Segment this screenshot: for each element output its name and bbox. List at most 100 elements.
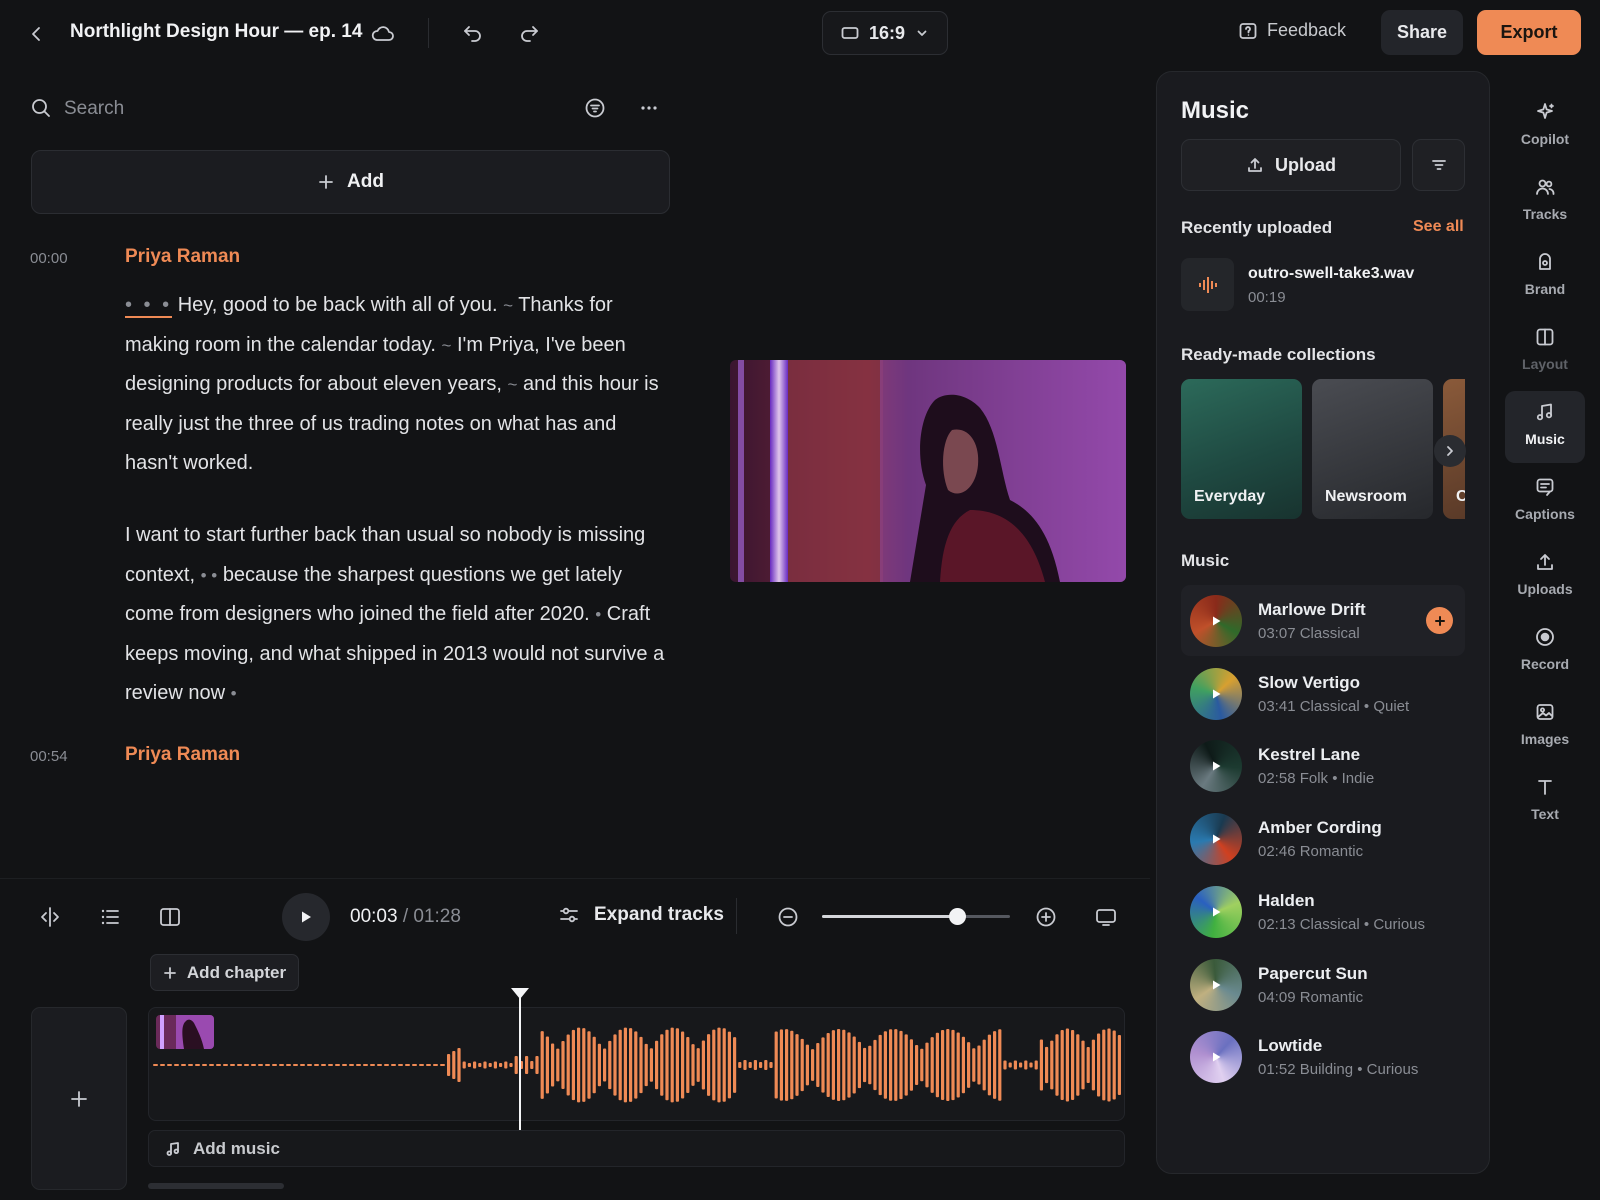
transcript-paragraph[interactable]: • • • Hey, good to be back with all of y… — [125, 286, 670, 484]
undo-button[interactable] — [460, 20, 486, 46]
expand-tracks-button[interactable]: Expand tracks — [558, 904, 724, 926]
track-artwork[interactable] — [1190, 1031, 1242, 1084]
timestamp[interactable]: 00:54 — [30, 748, 68, 765]
captions-icon — [1536, 478, 1554, 496]
split-button[interactable] — [38, 905, 62, 929]
add-music-button[interactable]: Add music — [148, 1130, 1125, 1167]
pause-marker[interactable]: ~ — [503, 296, 513, 315]
track-genre: Classical • Curious — [1299, 915, 1426, 933]
add-clip-button[interactable] — [31, 1007, 127, 1190]
text-icon — [1538, 780, 1552, 795]
video-preview[interactable] — [730, 360, 1126, 582]
collections-next-button[interactable] — [1434, 435, 1466, 467]
zoom-out-button[interactable] — [776, 905, 800, 929]
music-track-item[interactable]: Papercut Sun 04:09 Romantic — [1181, 949, 1465, 1020]
pause-marker[interactable]: • • • — [125, 294, 173, 318]
track-artwork[interactable] — [1190, 885, 1242, 938]
add-chapter-button[interactable]: Add chapter — [150, 954, 299, 991]
music-track-item[interactable]: Marlowe Drift 03:07 Classical — [1181, 585, 1465, 656]
rail-text[interactable]: Text — [1505, 766, 1585, 838]
playhead[interactable] — [519, 990, 521, 1135]
project-title[interactable]: Northlight Design Hour — ep. 14 — [70, 21, 362, 43]
speaker-name[interactable]: Priya Raman — [125, 744, 240, 766]
music-track-item[interactable]: Lowtide 01:52 Building • Curious — [1181, 1021, 1465, 1092]
waveform-bar — [644, 1043, 648, 1087]
feedback-button[interactable]: Feedback — [1238, 20, 1346, 41]
people-icon — [1536, 179, 1555, 195]
music-track-item[interactable]: Halden 02:13 Classical • Curious — [1181, 876, 1465, 947]
track-play-button[interactable] — [1190, 886, 1242, 938]
back-button[interactable] — [22, 20, 50, 48]
rail-brand[interactable]: Brand — [1505, 241, 1585, 313]
music-track-item[interactable]: Kestrel Lane 02:58 Folk • Indie — [1181, 730, 1465, 801]
waveform-bar — [328, 1064, 333, 1066]
rail-layout[interactable]: Layout — [1505, 316, 1585, 388]
track-play-button[interactable] — [1190, 595, 1242, 647]
pause-marker[interactable]: • • — [201, 566, 218, 585]
rail-uploads[interactable]: Uploads — [1505, 541, 1585, 613]
play-icon — [1213, 689, 1221, 699]
waveform-bar — [258, 1064, 263, 1066]
music-track-item[interactable]: Amber Cording 02:46 Romantic — [1181, 803, 1465, 874]
play-button[interactable] — [282, 893, 330, 941]
track-play-button[interactable] — [1190, 740, 1242, 792]
layout-toggle-button[interactable] — [158, 905, 182, 929]
play-icon — [1213, 980, 1221, 989]
track-play-button[interactable] — [1190, 813, 1242, 865]
search-input[interactable] — [64, 94, 544, 124]
chapters-list-button[interactable] — [98, 905, 122, 929]
audio-video-track[interactable] — [148, 1007, 1125, 1121]
rail-images[interactable]: Images — [1505, 691, 1585, 763]
zoom-in-button[interactable] — [1034, 905, 1058, 929]
track-play-button[interactable] — [1190, 959, 1242, 1011]
track-artwork[interactable] — [1190, 595, 1242, 647]
pause-marker[interactable]: ~ — [507, 375, 517, 394]
pause-marker[interactable]: ~ — [441, 336, 451, 355]
transcript-paragraph[interactable]: I want to start further back than usual … — [125, 516, 670, 714]
track-duration: 02:13 — [1258, 915, 1296, 933]
rail-copilot[interactable]: Copilot — [1505, 91, 1585, 163]
collection-card[interactable]: Newsroom — [1312, 379, 1433, 519]
track-artwork[interactable] — [1190, 667, 1242, 720]
speaker-name[interactable]: Priya Raman — [125, 246, 240, 268]
pause-marker[interactable]: • — [595, 605, 601, 624]
track-artwork[interactable] — [1190, 958, 1242, 1011]
waveform-bar — [592, 1036, 596, 1094]
upload-button[interactable]: Upload — [1181, 139, 1401, 191]
track-name: Papercut Sun — [1258, 963, 1368, 983]
waveform-bar — [509, 1063, 513, 1067]
track-play-button[interactable] — [1190, 1031, 1242, 1083]
rail-record[interactable]: Record — [1505, 616, 1585, 688]
waveform-bar — [1029, 1062, 1033, 1068]
collection-card[interactable]: Everyday — [1181, 379, 1302, 519]
more-options-button[interactable] — [638, 97, 660, 119]
horizontal-scrollbar[interactable] — [148, 1183, 284, 1189]
redo-button[interactable] — [516, 20, 542, 46]
add-track-button[interactable] — [1426, 607, 1453, 634]
waveform-bar — [1081, 1040, 1085, 1090]
playhead-handle[interactable] — [511, 988, 529, 999]
rail-captions[interactable]: Captions — [1505, 466, 1585, 538]
rail-music[interactable]: Music — [1505, 391, 1585, 463]
track-artwork[interactable] — [1190, 813, 1242, 866]
pause-marker[interactable]: • — [231, 684, 237, 703]
track-duration: 04:09 — [1258, 988, 1296, 1006]
export-button[interactable]: Export — [1477, 10, 1581, 55]
uploaded-file-name[interactable]: outro-swell-take3.wav — [1248, 265, 1414, 283]
aspect-ratio-dropdown[interactable]: 16:9 — [822, 11, 948, 55]
zoom-slider-handle[interactable] — [949, 908, 966, 925]
fit-screen-button[interactable] — [1094, 905, 1118, 929]
rail-tracks[interactable]: Tracks — [1505, 166, 1585, 238]
track-artwork[interactable] — [1190, 740, 1242, 793]
filter-button[interactable] — [584, 97, 606, 119]
audio-file-thumbnail[interactable] — [1181, 258, 1234, 311]
add-button[interactable]: Add — [31, 150, 670, 214]
waveform-bar — [691, 1044, 695, 1086]
music-track-item[interactable]: Slow Vertigo 03:41 Classical • Quiet — [1181, 658, 1465, 729]
share-button[interactable]: Share — [1381, 10, 1463, 55]
timestamp[interactable]: 00:00 — [30, 250, 68, 267]
add-music-label: Add music — [193, 1138, 280, 1158]
see-all-link[interactable]: See all — [1413, 218, 1464, 236]
track-play-button[interactable] — [1190, 668, 1242, 720]
music-filter-button[interactable] — [1412, 139, 1465, 191]
